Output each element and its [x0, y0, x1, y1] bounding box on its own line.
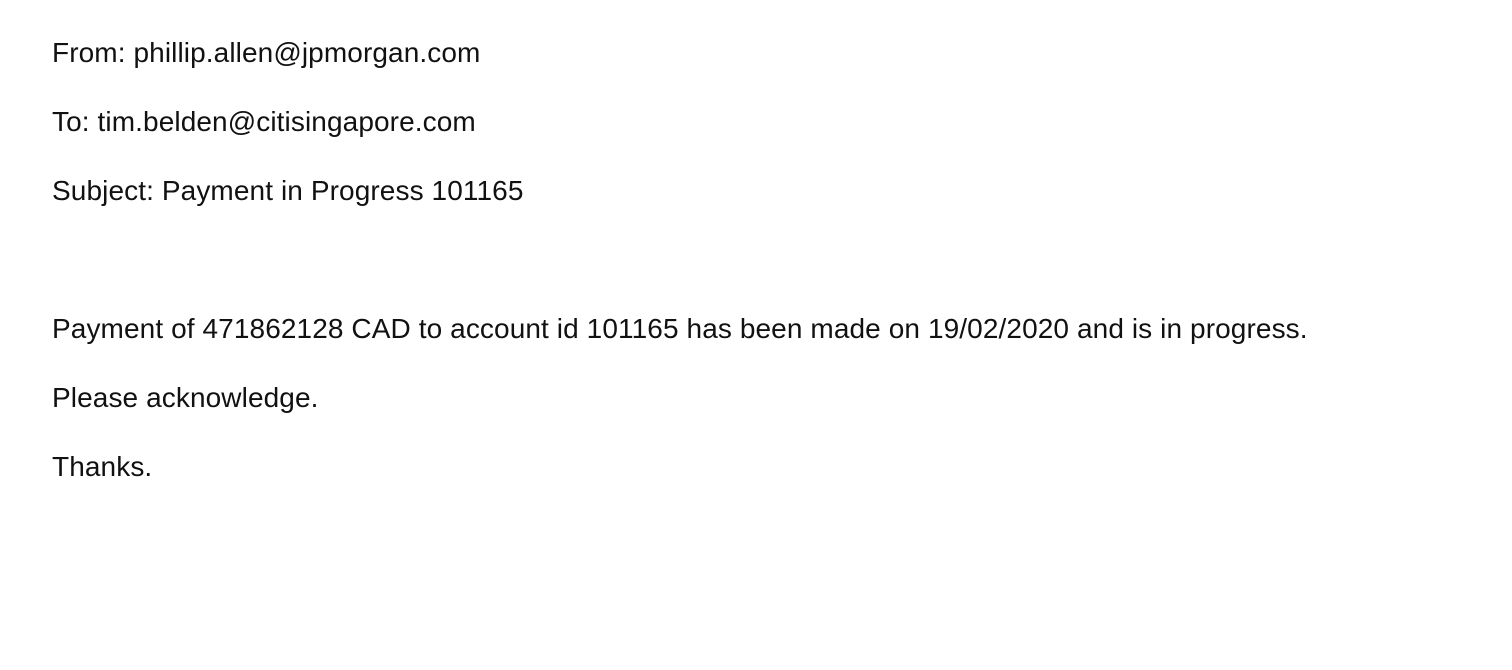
subject-text: Payment in Progress 101165: [161, 175, 524, 206]
to-address: tim.belden@citisingapore.com: [97, 106, 476, 137]
from-line: From: phillip.allen@jpmorgan.com: [52, 36, 480, 70]
body-acknowledge-line: Please acknowledge.: [52, 382, 319, 413]
to-line: To: tim.belden@citisingapore.com: [52, 105, 476, 139]
subject-line: Subject: Payment in Progress 101165: [52, 174, 524, 208]
from-address: phillip.allen@jpmorgan.com: [133, 37, 481, 68]
subject-label: Subject:: [52, 175, 154, 206]
to-label: To:: [52, 106, 90, 137]
body-closing-line: Thanks.: [52, 451, 153, 482]
from-label: From:: [52, 37, 126, 68]
body-payment-line: Payment of 471862128 CAD to account id 1…: [52, 313, 1308, 344]
